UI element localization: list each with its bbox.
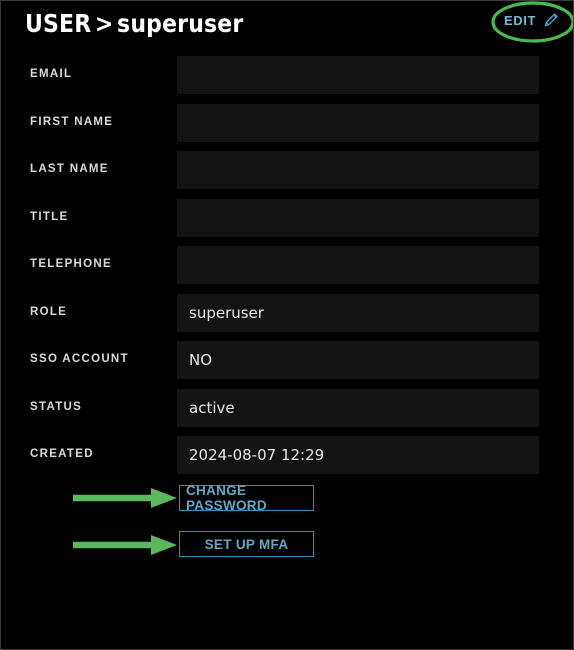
form-row: FIRST NAME — [1, 103, 573, 142]
form-row: SSO ACCOUNT NO — [1, 341, 573, 379]
field-label: TELEPHONE — [30, 258, 112, 270]
field-value[interactable]: 2024-08-07 12:29 — [177, 436, 539, 474]
edit-button-label: EDIT — [503, 12, 536, 28]
field-value[interactable]: active — [177, 388, 539, 427]
field-value[interactable] — [177, 103, 539, 142]
field-value[interactable]: NO — [177, 341, 539, 379]
edit-button[interactable]: EDIT — [504, 10, 561, 30]
field-label: FIRST NAME — [30, 115, 114, 128]
pencil-icon — [541, 10, 561, 30]
form-row: CREATED 2024-08-07 12:29 — [1, 436, 573, 474]
form-row: EMAIL — [1, 56, 573, 94]
change-password-button[interactable]: CHANGE PASSWORD — [179, 483, 314, 513]
breadcrumb-separator-icon: > — [94, 9, 114, 38]
field-label: EMAIL — [30, 68, 73, 80]
field-label: TITLE — [30, 210, 69, 223]
field-value[interactable] — [177, 56, 539, 94]
field-value[interactable]: superuser — [177, 293, 539, 332]
form-row: ROLE superuser — [1, 293, 573, 332]
field-label: ROLE — [30, 305, 68, 318]
breadcrumb: USER > superuser — [25, 9, 243, 38]
field-value[interactable] — [177, 151, 539, 189]
user-detail-page: USER > superuser EDIT EMAIL FIRST NAME LAST … — [0, 0, 574, 650]
breadcrumb-root[interactable]: USER — [25, 9, 91, 38]
page-header: USER > superuser EDIT — [1, 1, 573, 45]
field-label: CREATED — [30, 448, 94, 460]
field-value[interactable] — [177, 198, 539, 237]
field-label: LAST NAME — [30, 163, 109, 175]
annotation-arrow-change-password — [73, 488, 177, 508]
form-row: TITLE — [1, 198, 573, 237]
field-label: SSO ACCOUNT — [30, 353, 129, 365]
field-label: STATUS — [30, 400, 83, 413]
field-value[interactable] — [177, 246, 539, 284]
form-row: STATUS active — [1, 388, 573, 427]
breadcrumb-current: superuser — [117, 9, 244, 38]
annotation-arrow-setup-mfa — [73, 535, 177, 555]
form-row: LAST NAME — [1, 151, 573, 189]
setup-mfa-button[interactable]: SET UP MFA — [179, 531, 314, 557]
form-row: TELEPHONE — [1, 246, 573, 284]
